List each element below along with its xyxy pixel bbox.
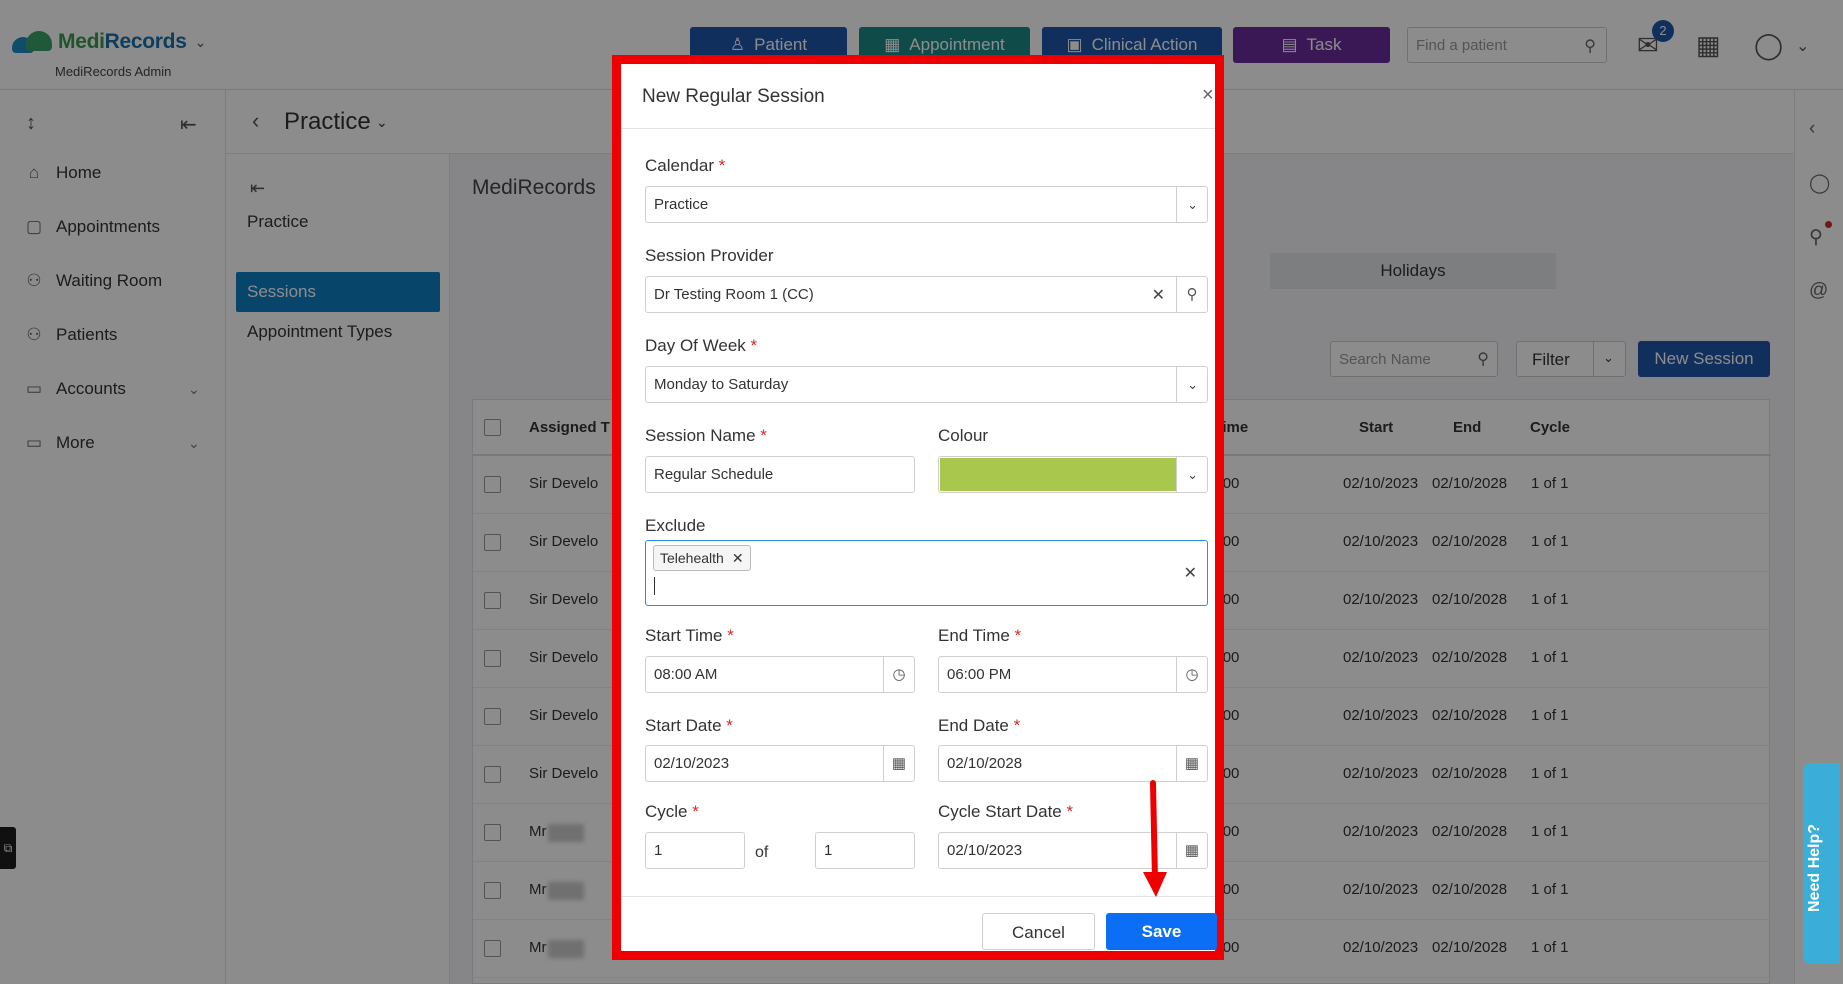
chevron-down-icon: ⌄: [1187, 467, 1198, 482]
colour-picker[interactable]: ⌄: [938, 456, 1208, 493]
calendar-icon[interactable]: ▦: [883, 746, 914, 781]
start-time-input[interactable]: 08:00 AM ◷: [645, 656, 915, 693]
session-provider-field[interactable]: Dr Testing Room 1 (CC) ✕ ⚲: [645, 276, 1208, 313]
clock-icon[interactable]: ◷: [1176, 657, 1207, 692]
calendar-label: Calendar *: [645, 156, 726, 175]
start-time-label: Start Time *: [645, 626, 734, 645]
exclude-tag: Telehealth ✕: [653, 545, 751, 571]
calendar-select[interactable]: Practice ⌄: [645, 186, 1208, 223]
start-date-label: Start Date *: [645, 716, 733, 735]
dialog-title: New Regular Session: [642, 86, 825, 107]
colour-swatch: [940, 458, 1176, 491]
cycle-start-date-label: Cycle Start Date *: [938, 802, 1074, 821]
dialog-footer: Cancel Save: [621, 896, 1217, 969]
end-time-label: End Time *: [938, 626, 1022, 645]
day-of-week-label: Day Of Week *: [645, 336, 758, 355]
session-name-label: Session Name *: [645, 426, 767, 445]
session-provider-label: Session Provider: [645, 246, 774, 265]
session-name-input[interactable]: Regular Schedule: [645, 456, 915, 493]
cycle-start-date-input[interactable]: 02/10/2023 ▦: [938, 832, 1208, 869]
day-of-week-select[interactable]: Monday to Saturday ⌄: [645, 366, 1208, 403]
cycle-total-input[interactable]: 1: [815, 832, 915, 869]
remove-tag-icon[interactable]: ✕: [732, 550, 744, 567]
clear-icon[interactable]: ✕: [1152, 285, 1165, 305]
cycle-label: Cycle *: [645, 802, 699, 821]
cancel-button[interactable]: Cancel: [982, 913, 1095, 950]
dialog-header: New Regular Session ×: [621, 64, 1215, 129]
close-icon[interactable]: ×: [1202, 84, 1214, 107]
new-regular-session-dialog: New Regular Session × Calendar * Practic…: [612, 55, 1224, 960]
end-date-input[interactable]: 02/10/2028 ▦: [938, 745, 1208, 782]
calendar-icon[interactable]: ▦: [1176, 833, 1207, 868]
search-icon[interactable]: ⚲: [1176, 277, 1207, 312]
calendar-icon[interactable]: ▦: [1176, 746, 1207, 781]
start-date-input[interactable]: 02/10/2023 ▦: [645, 745, 915, 782]
chevron-down-icon: ⌄: [1187, 197, 1198, 212]
exclude-multiselect[interactable]: Telehealth ✕ ✕: [645, 540, 1208, 606]
colour-label: Colour: [938, 426, 989, 445]
cycle-of-label: of: [755, 844, 769, 861]
need-help-label: Need Help?: [1806, 823, 1823, 912]
end-date-label: End Date *: [938, 716, 1021, 735]
chevron-down-icon: ⌄: [1187, 377, 1198, 392]
end-time-input[interactable]: 06:00 PM ◷: [938, 656, 1208, 693]
save-button[interactable]: Save: [1106, 913, 1217, 950]
exclude-label: Exclude: [645, 516, 706, 535]
clear-icon[interactable]: ✕: [1184, 563, 1197, 583]
clock-icon[interactable]: ◷: [883, 657, 914, 692]
cycle-input[interactable]: 1: [645, 832, 745, 869]
